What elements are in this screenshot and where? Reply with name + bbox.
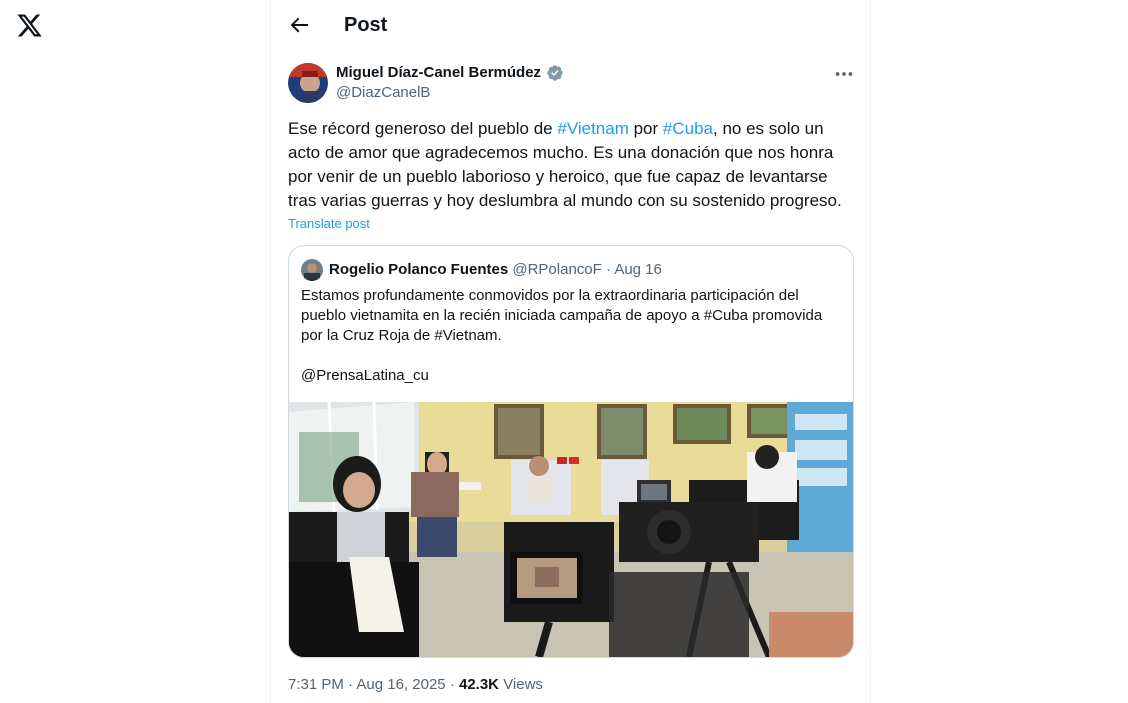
post-meta: 7:31 PM · Aug 16, 2025 · 42.3K Views (288, 675, 543, 695)
quote-author-name[interactable]: Rogelio Polanco Fuentes (329, 261, 508, 278)
verified-badge-icon (547, 65, 563, 81)
quote-body: Estamos profundamente conmovidos por la … (301, 287, 823, 344)
quote-date[interactable]: Aug 16 (614, 261, 662, 278)
quote-mention: @PrensaLatina_cu (301, 367, 429, 384)
page-title: Post (344, 14, 388, 36)
translate-post-link[interactable]: Translate post (288, 216, 370, 231)
author-avatar[interactable] (288, 63, 328, 103)
meta-separator: · (348, 676, 354, 693)
meta-separator: · (449, 676, 455, 693)
arrow-left-icon[interactable] (287, 13, 311, 37)
quote-text: Estamos profundamente conmovidos por la … (301, 286, 846, 386)
main-column: Post Miguel Díaz-Canel Bermúdez @DiazCan… (270, 0, 871, 703)
post-text-segment: Ese récord generoso del pueblo de (288, 119, 558, 138)
quote-author-handle[interactable]: @RPolancoF (512, 261, 601, 278)
quote-photo[interactable] (289, 402, 853, 657)
hashtag-link[interactable]: #Cuba (663, 119, 713, 138)
more-options-icon[interactable] (833, 63, 855, 85)
x-logo-icon[interactable] (16, 12, 43, 39)
quote-separator: · (605, 261, 611, 278)
views-label: Views (503, 676, 543, 693)
author-handle[interactable]: @DiazCanelB (336, 84, 430, 102)
quote-header: Rogelio Polanco Fuentes @RPolancoF · Aug… (329, 260, 662, 280)
quoted-post[interactable]: Rogelio Polanco Fuentes @RPolancoF · Aug… (288, 245, 854, 658)
views-count: 42.3K (458, 676, 500, 693)
page-header: Post (271, 0, 870, 50)
post-text-segment: por (628, 119, 663, 138)
hashtag-link[interactable]: #Vietnam (557, 119, 629, 138)
quote-author-avatar[interactable] (301, 259, 323, 281)
author-name[interactable]: Miguel Díaz-Canel Bermúdez (336, 64, 541, 82)
post-text: Ese récord generoso del pueblo de #Vietn… (288, 117, 858, 213)
post-date[interactable]: Aug 16, 2025 (356, 676, 445, 693)
post-time[interactable]: 7:31 PM (288, 676, 344, 693)
